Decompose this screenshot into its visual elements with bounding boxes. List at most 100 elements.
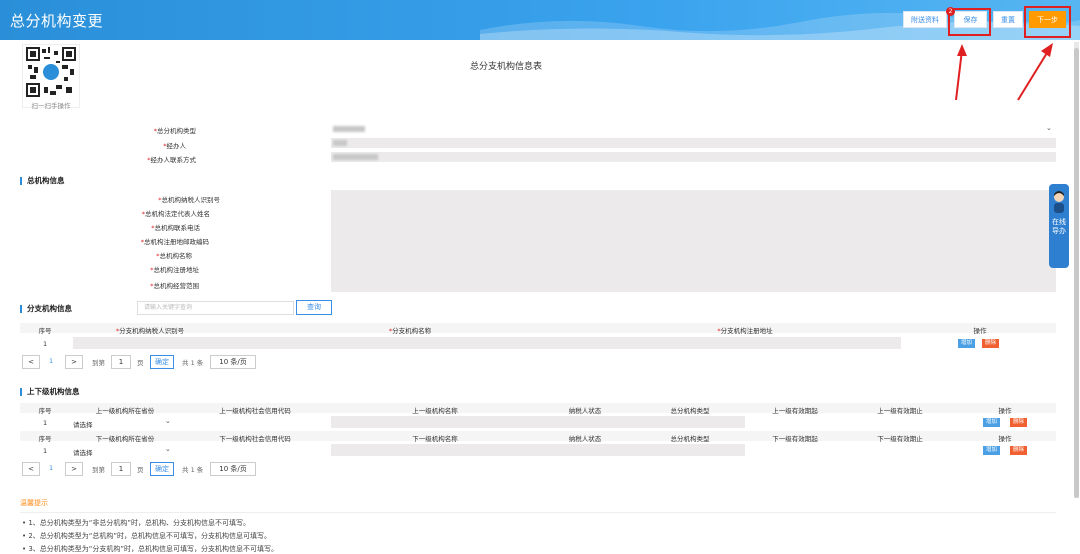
reset-button[interactable]: 重置 (993, 11, 1023, 28)
branch-row-seq: 1 (43, 340, 48, 348)
lower-col-start: 下一级有效期起 (772, 435, 818, 443)
branch-delete-button[interactable]: 删除 (982, 339, 999, 348)
form-title: 总分支机构信息表 (470, 62, 543, 72)
branch-search-input[interactable]: 请输入关键字查询 (137, 301, 294, 315)
lower-add-button[interactable]: 增加 (983, 446, 1000, 455)
upper-col-start: 上一级有效期起 (772, 407, 818, 415)
qr-code-icon (26, 47, 76, 97)
head-office-legal-rep-label: *总机构法定代表人姓名 (141, 210, 210, 218)
tips-title: 温馨提示 (20, 499, 48, 507)
branch-col-taxid: *分支机构纳税人识别号 (115, 327, 185, 335)
upper-province-select[interactable]: 请选择 (73, 419, 93, 429)
lower-col-status: 纳税人状态 (568, 435, 602, 443)
lower-col-name: 下一级机构名称 (412, 435, 458, 443)
lower-col-action: 操作 (998, 435, 1012, 443)
pager-goto-label: 到第 (92, 359, 105, 367)
upper-col-status: 纳税人状态 (568, 407, 602, 415)
pager-current-page[interactable]: 1 (49, 464, 53, 472)
relation-pager: < 1 > 到第 1 页 确定 共 1 条 10 条/页 (22, 462, 262, 476)
upper-col-province: 上一级机构所在省份 (95, 407, 155, 415)
scrollbar-thumb[interactable] (1074, 48, 1079, 498)
head-office-address-label: *总机构注册地址 (150, 266, 199, 274)
tip-line: • 1、总分机构类型为“非总分机构”时，总机构、分支机构信息不可填写。 (22, 519, 251, 527)
assistant-avatar-icon (1054, 191, 1064, 213)
upper-add-button[interactable]: 增加 (983, 418, 1000, 427)
branch-col-name: *分支机构名称 (388, 327, 432, 335)
page-title: 总分机构变更 (10, 12, 104, 30)
upper-col-seq: 序号 (38, 407, 52, 415)
branch-section-title: 分支机构信息 (20, 305, 72, 313)
pager-goto-input[interactable]: 1 (111, 355, 131, 369)
operator-contact-label: *经办人联系方式 (147, 156, 196, 164)
lower-row-seq: 1 (43, 447, 48, 455)
branch-add-button[interactable]: 增加 (958, 339, 975, 348)
tip-line: • 2、总分机构类型为“总机构”时，总机构信息不可填写，分支机构信息可填写。 (22, 532, 272, 540)
operator-input[interactable] (331, 138, 1056, 148)
operator-value (333, 140, 347, 146)
upper-col-type: 总分机构类型 (670, 407, 710, 415)
chevron-down-icon[interactable]: ⌄ (165, 417, 171, 425)
head-office-name-label: *总机构名称 (156, 252, 192, 260)
pager-size-select[interactable]: 10 条/页 (210, 462, 256, 476)
tips-divider (20, 512, 1056, 513)
online-guide-widget[interactable]: 在线导办 (1049, 184, 1069, 268)
pager-page-unit: 页 (137, 359, 144, 367)
lower-col-seq: 序号 (38, 435, 52, 443)
lower-col-province: 下一级机构所在省份 (95, 435, 155, 443)
page-scrollbar[interactable] (1074, 42, 1079, 498)
pager-goto-input[interactable]: 1 (111, 462, 131, 476)
pager-prev-button[interactable]: < (22, 462, 40, 476)
branch-search-button[interactable]: 查询 (296, 300, 332, 315)
head-office-fields-area[interactable] (331, 190, 1056, 292)
attach-docs-button[interactable]: 附送资料 (903, 11, 947, 28)
pager-prev-button[interactable]: < (22, 355, 40, 369)
upper-col-action: 操作 (998, 407, 1012, 415)
head-office-section-title: 总机构信息 (20, 177, 65, 185)
online-guide-text: 在线导办 (1052, 218, 1066, 235)
pager-total: 共 1 条 (182, 466, 204, 474)
lower-col-end: 下一级有效期止 (877, 435, 923, 443)
pager-confirm-button[interactable]: 确定 (150, 462, 174, 476)
branch-col-seq: 序号 (38, 327, 52, 335)
branch-col-address: *分支机构注册地址 (717, 327, 773, 335)
operator-contact-input[interactable] (331, 152, 1056, 162)
chevron-down-icon[interactable]: ⌄ (1046, 124, 1052, 132)
operator-contact-value (333, 154, 378, 160)
lower-province-select[interactable]: 请选择 (73, 447, 93, 457)
branch-pager: < 1 > 到第 1 页 确定 共 1 条 10 条/页 (22, 355, 262, 369)
operator-label: *经办人 (163, 142, 186, 150)
lower-col-type: 总分机构类型 (670, 435, 710, 443)
chevron-down-icon[interactable]: ⌄ (165, 445, 171, 453)
upper-col-end: 上一级有效期止 (877, 407, 923, 415)
qr-caption: 扫一扫手操作 (31, 102, 71, 110)
pager-confirm-button[interactable]: 确定 (150, 355, 174, 369)
org-type-value (333, 126, 365, 132)
step-badge: 2 (946, 7, 955, 16)
pager-goto-label: 到第 (92, 466, 105, 474)
pager-page-unit: 页 (137, 466, 144, 474)
lower-col-credit-code: 下一级机构社会信用代码 (219, 435, 291, 443)
pager-current-page[interactable]: 1 (49, 357, 53, 365)
branch-row-inputs[interactable] (73, 337, 901, 349)
upper-col-credit-code: 上一级机构社会信用代码 (219, 407, 291, 415)
lower-delete-button[interactable]: 删除 (1010, 446, 1027, 455)
relation-section-title: 上下级机构信息 (20, 388, 80, 396)
upper-row-inputs[interactable] (331, 416, 745, 428)
pager-next-button[interactable]: > (65, 355, 83, 369)
upper-delete-button[interactable]: 删除 (1010, 418, 1027, 427)
pager-next-button[interactable]: > (65, 462, 83, 476)
branch-col-action: 操作 (973, 327, 987, 335)
qr-code-panel: 扫一扫手操作 (22, 44, 80, 110)
annotation-arrows (955, 43, 1053, 101)
org-type-label: *总分机构类型 (153, 127, 196, 135)
pager-size-select[interactable]: 10 条/页 (210, 355, 256, 369)
lower-row-inputs[interactable] (331, 444, 745, 456)
next-highlight-box (1024, 6, 1071, 38)
pager-total: 共 1 条 (182, 359, 204, 367)
upper-row-seq: 1 (43, 419, 48, 427)
head-office-taxid-label: *总机构纳税人识别号 (158, 196, 220, 204)
head-office-scope-label: *总机构经营范围 (150, 282, 199, 290)
head-office-phone-label: *总机构联系电话 (151, 224, 200, 232)
upper-col-name: 上一级机构名称 (412, 407, 458, 415)
head-office-postcode-label: *总机构注册地邮政编码 (140, 238, 209, 246)
